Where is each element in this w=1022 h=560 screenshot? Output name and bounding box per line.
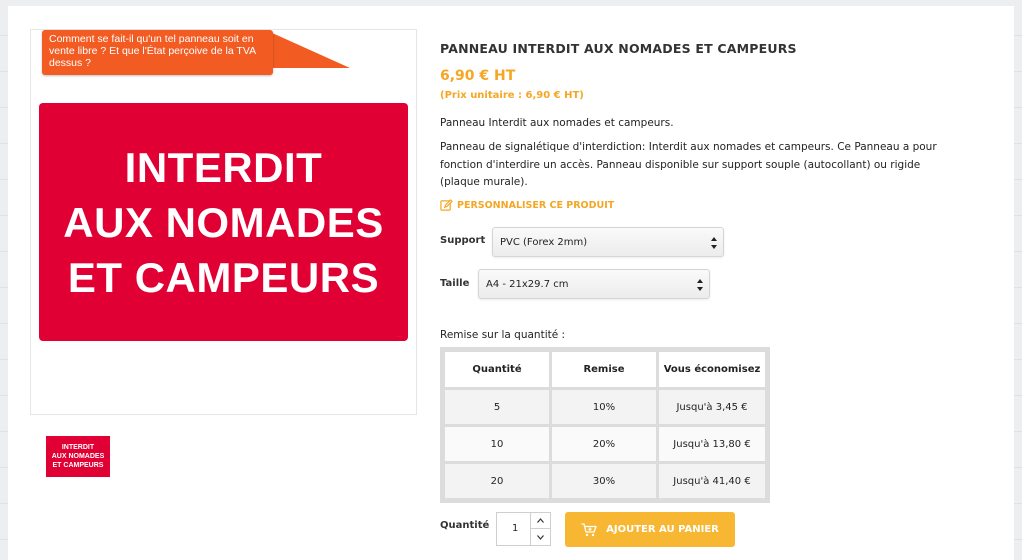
long-description: Panneau de signalétique d'interdiction: … (440, 141, 937, 188)
quantity-increase-button[interactable] (530, 513, 550, 529)
product-sign-image: INTERDIT AUX NOMADES ET CAMPEURS ····· (39, 103, 408, 341)
discount-header-row: Quantité Remise Vous économisez (445, 352, 765, 387)
select-arrows-icon (711, 237, 717, 249)
discount-header-cell: Quantité (445, 352, 549, 387)
support-select[interactable]: PVC (Forex 2mm) (492, 227, 724, 257)
table-row: 20 30% Jusqu'à 41,40 € (445, 464, 765, 498)
select-arrows-icon (697, 279, 703, 291)
table-cell: Jusqu'à 41,40 € (659, 464, 765, 498)
sign-fineprint: ····· (397, 334, 402, 338)
product-title: PANNEAU INTERDIT AUX NOMADES ET CAMPEURS (440, 41, 797, 56)
short-description: Panneau Interdit aux nomades et campeurs… (440, 117, 674, 129)
chevron-down-icon (537, 534, 544, 540)
discount-header-cell: Remise (552, 352, 656, 387)
quantity-decrease-button[interactable] (530, 529, 550, 545)
table-cell: Jusqu'à 3,45 € (659, 390, 765, 424)
table-cell: 5 (445, 390, 549, 424)
taille-label: Taille (440, 278, 470, 289)
taille-selected-value: A4 - 21x29.7 cm (486, 278, 569, 290)
table-cell: 10 (445, 427, 549, 461)
product-price: 6,90 € HT (440, 68, 516, 84)
table-cell: 20 (445, 464, 549, 498)
quantity-input[interactable]: 1 (512, 523, 518, 534)
support-label: Support (440, 235, 486, 246)
sign-line-1: INTERDIT (124, 143, 323, 191)
chevron-up-icon (537, 518, 544, 523)
discount-heading: Remise sur la quantité : (440, 329, 566, 341)
sign-line-2: AUX NOMADES (63, 198, 384, 246)
unit-price: (Prix unitaire : 6,90 € HT) (440, 90, 584, 101)
edit-pencil-icon (440, 199, 453, 211)
support-selected-value: PVC (Forex 2mm) (500, 236, 588, 248)
table-row: 10 20% Jusqu'à 13,80 € (445, 427, 765, 461)
table-cell: Jusqu'à 13,80 € (659, 427, 765, 461)
table-cell: 20% (552, 427, 656, 461)
customize-label: PERSONNALISER CE PRODUIT (457, 200, 615, 211)
sign-line-3: ET CAMPEURS (67, 253, 380, 301)
quantity-stepper: 1 (496, 512, 551, 546)
shopping-cart-icon (581, 522, 597, 536)
product-page: INTERDIT AUX NOMADES ET CAMPEURS ····· C… (8, 6, 1014, 560)
product-thumbnail[interactable]: INTERDIT AUX NOMADES ET CAMPEURS (46, 436, 110, 477)
customize-product-link[interactable]: PERSONNALISER CE PRODUIT (440, 199, 614, 212)
discount-header-cell: Vous économisez (659, 352, 765, 387)
taille-select[interactable]: A4 - 21x29.7 cm (478, 269, 710, 299)
thumbnail-line-1: INTERDIT (61, 444, 95, 451)
annotation-bubble: Comment se fait-il qu'un tel panneau soi… (42, 30, 273, 75)
quantity-label: Quantité (440, 520, 490, 531)
table-cell: 10% (552, 390, 656, 424)
thumbnail-line-2: AUX NOMADES (51, 453, 105, 460)
add-to-cart-label: AJOUTER AU PANIER (606, 524, 719, 535)
discount-table: Quantité Remise Vous économisez 5 10% Ju… (440, 347, 770, 503)
table-cell: 30% (552, 464, 656, 498)
product-image-frame[interactable]: INTERDIT AUX NOMADES ET CAMPEURS ····· (30, 29, 417, 415)
thumbnail-line-3: ET CAMPEURS (52, 462, 104, 469)
table-row: 5 10% Jusqu'à 3,45 € (445, 390, 765, 424)
add-to-cart-button[interactable]: AJOUTER AU PANIER (565, 512, 735, 547)
